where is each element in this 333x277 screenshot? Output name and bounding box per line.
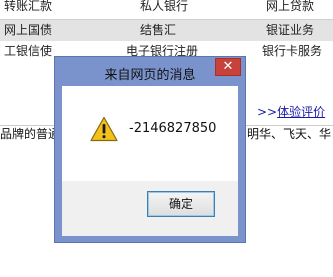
nav-link-securities[interactable]: 银证业务 bbox=[266, 20, 314, 40]
nav-link-card-service[interactable]: 银行卡服务 bbox=[262, 41, 322, 61]
nav-link-online-loan[interactable]: 网上贷款 bbox=[266, 0, 314, 16]
dialog-message: -2146827850 bbox=[129, 121, 217, 136]
experience-review-label: 体验评价 bbox=[277, 105, 326, 119]
nav-row-2: 网上国债 结售汇 银证业务 bbox=[0, 19, 333, 42]
nav-link-transfer[interactable]: 转账汇款 bbox=[4, 0, 52, 16]
message-dialog: 来自网页的消息 ✕ -2146827850 确定 bbox=[54, 56, 246, 243]
nav-row-1: 转账汇款 私人银行 网上贷款 bbox=[0, 0, 333, 16]
nav-link-bonds[interactable]: 网上国债 bbox=[4, 20, 52, 40]
body-text-right: 明华、飞天、华 bbox=[247, 127, 332, 141]
nav-link-messenger[interactable]: 工银信使 bbox=[4, 41, 52, 61]
close-button[interactable]: ✕ bbox=[215, 58, 241, 76]
warning-icon bbox=[90, 116, 118, 142]
body-text-left: 品牌的普通 bbox=[0, 127, 61, 141]
ok-button[interactable]: 确定 bbox=[147, 191, 215, 217]
close-icon: ✕ bbox=[222, 59, 234, 74]
nav-link-private-banking[interactable]: 私人银行 bbox=[140, 0, 188, 16]
experience-review-link[interactable]: >>体验评价 bbox=[257, 103, 325, 120]
nav-link-forex[interactable]: 结售汇 bbox=[140, 20, 176, 40]
dialog-title-bar[interactable]: 来自网页的消息 ✕ bbox=[55, 57, 245, 86]
link-arrows: >> bbox=[257, 105, 278, 119]
